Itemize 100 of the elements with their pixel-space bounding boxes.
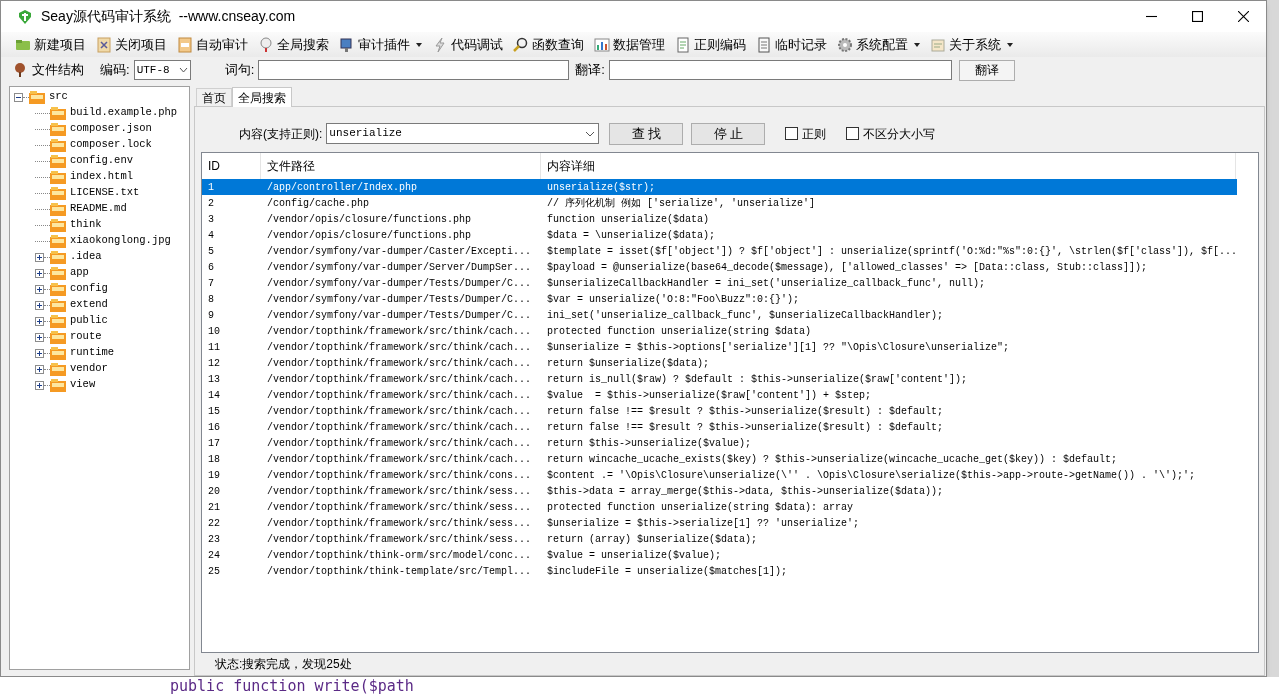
- result-row[interactable]: 9 /vendor/symfony/var-dumper/Tests/Dumper/C... ini_set('unserialize_callback_func', $unserializeCallbackHandler);: [202, 307, 1237, 323]
- tree-item-label[interactable]: xiaokonglong.jpg: [70, 233, 171, 249]
- tree-item-label[interactable]: vendor: [70, 361, 108, 377]
- expand-icon[interactable]: [35, 284, 44, 294]
- result-row[interactable]: 20 /vendor/topthink/framework/src/think/sess... $this->data = array_merge($this->data, $this->unserialize($data));: [202, 483, 1237, 499]
- table-cell-text: /vendor/opis/closure/functions.php: [266, 228, 473, 243]
- expand-icon[interactable]: [35, 300, 44, 310]
- tree-item-label[interactable]: app: [70, 265, 89, 281]
- result-row[interactable]: 7 /vendor/symfony/var-dumper/Tests/Dumper/C... $unserializeCallbackHandler = ini_set('unserialize_callback_func', null);: [202, 275, 1237, 291]
- table-cell-text: /vendor/symfony/var-dumper/Tests/Dumper/C...: [266, 308, 533, 323]
- table-cell-text: return false !== $result ? $this->unserialize($result) : $default;: [546, 420, 945, 435]
- result-row[interactable]: 24 /vendor/topthink/think-orm/src/model/conc... $value = unserialize($value);: [202, 547, 1237, 563]
- encoding-label: 编码:: [100, 61, 130, 80]
- result-row[interactable]: 16 /vendor/topthink/framework/src/think/cach... return false !== $result ? $this->unserialize($result) : $default;: [202, 419, 1237, 435]
- toolbar-button[interactable]: 代码调试: [430, 33, 505, 56]
- folder-icon: [50, 234, 66, 248]
- table-cell-text: 15: [207, 404, 221, 419]
- result-row[interactable]: 5 /vendor/symfony/var-dumper/Caster/Excepti... $template = isset($f['object']) ? $f['object'] : unserialize(sprintf('O:%d:"%s":0:{}', \strlen($f['class']), $f[...: [202, 243, 1237, 259]
- checkbox-label[interactable]: 正则: [802, 124, 827, 143]
- tree-item-label[interactable]: README.md: [70, 201, 127, 217]
- tree-item-label[interactable]: view: [70, 377, 96, 393]
- tree-item-label[interactable]: LICENSE.txt: [70, 185, 140, 201]
- result-row[interactable]: 13 /vendor/topthink/framework/src/think/cach... return is_null($raw) ? $default : $this->unserialize($raw['content']);: [202, 371, 1237, 387]
- toolbar-button[interactable]: 全局搜索: [256, 33, 331, 56]
- checkbox-label[interactable]: 不区分大小写: [863, 124, 936, 143]
- table-cell-text: $unserialize = $this->serialize[1] ?? 'unserialize';: [546, 516, 861, 531]
- toolbar-button[interactable]: 自动审计: [175, 33, 250, 56]
- tree-item-label[interactable]: extend: [70, 297, 108, 313]
- table-cell-text: 16: [207, 420, 221, 435]
- tree-item-label[interactable]: .idea: [70, 249, 102, 265]
- result-row[interactable]: 21 /vendor/topthink/framework/src/think/sess... protected function unserialize(string $data): array: [202, 499, 1237, 515]
- result-row[interactable]: 11 /vendor/topthink/framework/src/think/cach... $unserialize = $this->options['serialize'][1] ?? "\Opis\Closure\unserialize";: [202, 339, 1237, 355]
- toolbar-button[interactable]: 关于系统: [928, 33, 1015, 56]
- toolbar-button[interactable]: 新建项目: [13, 33, 88, 56]
- tree-item-label[interactable]: config: [70, 281, 108, 297]
- checkbox[interactable]: [846, 127, 860, 140]
- result-row[interactable]: 12 /vendor/topthink/framework/src/think/cach... return $unserialize($data);: [202, 355, 1237, 371]
- table-cell-text: 17: [207, 436, 221, 451]
- result-row[interactable]: 22 /vendor/topthink/framework/src/think/sess... $unserialize = $this->serialize[1] ?? 'unserialize';: [202, 515, 1237, 531]
- expand-icon[interactable]: [35, 316, 44, 326]
- result-row[interactable]: 1 /app/controller/Index.php unserialize($str);: [202, 179, 1237, 195]
- tab[interactable]: 全局搜索: [232, 87, 292, 107]
- result-row[interactable]: 18 /vendor/topthink/framework/src/think/cach... return wincache_ucache_exists($key) ? $this->unserialize(wincache_ucache_get($key)) : $default;: [202, 451, 1237, 467]
- tree-item-label[interactable]: index.html: [70, 169, 133, 185]
- result-row[interactable]: 2 /config/cache.php // 序列化机制 例如 ['serialize', 'unserialize']: [202, 195, 1237, 211]
- expand-icon[interactable]: [35, 332, 44, 342]
- result-row[interactable]: 10 /vendor/topthink/framework/src/think/cach... protected function unserialize(string $data): [202, 323, 1237, 339]
- result-row[interactable]: 19 /vendor/topthink/framework/src/think/cons... $content .= '\Opis\Closure\unserialize(\'' . \Opis\Closure\serialize($this->app->route->getName()) . '\');';: [202, 467, 1237, 483]
- toolbar-button[interactable]: 系统配置: [835, 33, 922, 56]
- tree-item-label[interactable]: runtime: [70, 345, 115, 361]
- toolbar-button[interactable]: 函数查询: [511, 33, 586, 56]
- tree-item-label[interactable]: route: [70, 329, 102, 345]
- expand-icon[interactable]: [35, 364, 44, 374]
- stop-button[interactable]: 停 止: [691, 122, 766, 145]
- expand-icon[interactable]: [35, 252, 44, 262]
- encoding-dropdown[interactable]: UTF-8: [133, 60, 191, 80]
- code-line: public function write($path: [170, 677, 414, 695]
- result-row[interactable]: 25 /vendor/topthink/think-template/src/Templ... $includeFile = unserialize($matches[1]);: [202, 563, 1237, 579]
- table-cell-text: unserialize($str);: [546, 180, 657, 195]
- table-cell-text: /vendor/topthink/framework/src/think/sess...: [266, 516, 533, 531]
- tree-item-label[interactable]: build.example.php: [70, 105, 178, 121]
- tree-item-label[interactable]: composer.json: [70, 121, 152, 137]
- table-cell-text: /vendor/symfony/var-dumper/Tests/Dumper/C...: [266, 292, 533, 307]
- phrase-input[interactable]: [258, 60, 570, 80]
- result-row[interactable]: 14 /vendor/topthink/framework/src/think/cach... $value = $this->unserialize($raw['content']) + $step;: [202, 387, 1237, 403]
- file-structure-label[interactable]: 文件结构: [32, 60, 84, 80]
- find-button[interactable]: 查 找: [609, 122, 684, 145]
- tab[interactable]: 首页: [196, 88, 232, 106]
- expand-icon[interactable]: [35, 348, 44, 358]
- tree-item-label[interactable]: config.env: [70, 153, 133, 169]
- tree-item-label[interactable]: composer.lock: [70, 137, 152, 153]
- toolbar-button[interactable]: 数据管理: [592, 33, 667, 56]
- folder-icon: [50, 186, 66, 200]
- translate-input[interactable]: [608, 60, 952, 80]
- toolbar-button[interactable]: 临时记录: [754, 33, 829, 56]
- toolbar-button[interactable]: 关闭项目: [94, 33, 169, 56]
- table-cell-text: /vendor/topthink/framework/src/think/cach...: [266, 324, 533, 339]
- toolbar-button[interactable]: 审计插件: [337, 33, 424, 56]
- tree-item-label[interactable]: think: [70, 217, 102, 233]
- result-row[interactable]: 15 /vendor/topthink/framework/src/think/cach... return false !== $result ? $this->unserialize($result) : $default;: [202, 403, 1237, 419]
- result-row[interactable]: 17 /vendor/topthink/framework/src/think/cach... return $this->unserialize($value);: [202, 435, 1237, 451]
- expand-icon[interactable]: [35, 380, 44, 390]
- toolbar-button[interactable]: 正则编码: [673, 33, 748, 56]
- collapse-icon[interactable]: [14, 92, 23, 102]
- app-logo-icon: [17, 8, 33, 25]
- result-row[interactable]: 4 /vendor/opis/closure/functions.php $data = \unserialize($data);: [202, 227, 1237, 243]
- table-cell-text: 25: [207, 564, 221, 579]
- table-cell-text: 12: [207, 356, 221, 371]
- table-cell-text: /vendor/symfony/var-dumper/Tests/Dumper/C...: [266, 276, 533, 291]
- result-row[interactable]: 3 /vendor/opis/closure/functions.php function unserialize($data): [202, 211, 1237, 227]
- translate-label: 翻译:: [575, 61, 605, 80]
- result-row[interactable]: 23 /vendor/topthink/framework/src/think/sess... return (array) $unserialize($data);: [202, 531, 1237, 547]
- tree-item-label[interactable]: public: [70, 313, 108, 329]
- result-row[interactable]: 6 /vendor/symfony/var-dumper/Server/DumpSer... $payload = @unserialize(base64_decode($message), ['allowed_classes' => [Data::class, Stub::class]]);: [202, 259, 1237, 275]
- search-combobox[interactable]: unserialize: [326, 123, 600, 144]
- tree-item-label[interactable]: src: [49, 89, 68, 105]
- translate-button[interactable]: 翻译: [958, 59, 1015, 81]
- result-row[interactable]: 8 /vendor/symfony/var-dumper/Tests/Dumper/C... $var = unserialize('O:8:"Foo\Buzz":0:{}');: [202, 291, 1237, 307]
- expand-icon[interactable]: [35, 268, 44, 278]
- checkbox[interactable]: [785, 127, 799, 140]
